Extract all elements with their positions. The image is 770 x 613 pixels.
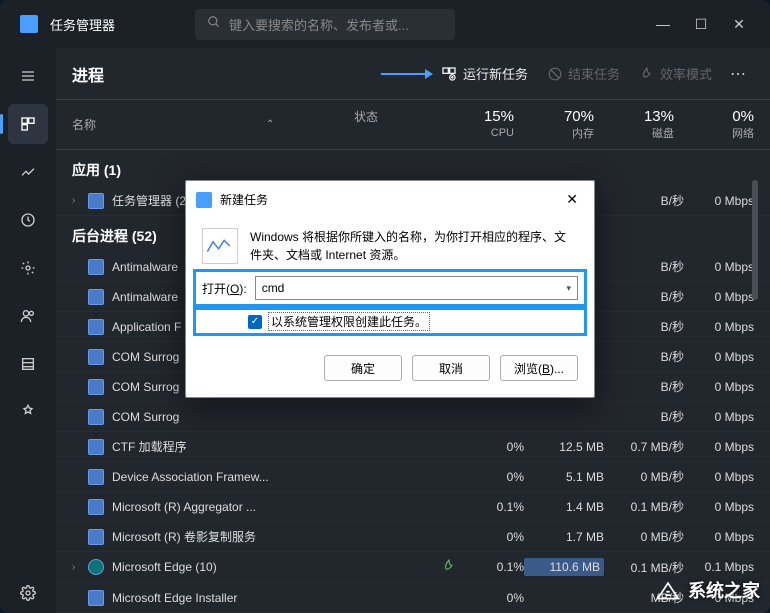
dialog-icon — [196, 192, 212, 208]
dialog-close-button[interactable]: ✕ — [560, 189, 584, 210]
chevron-down-icon[interactable]: ▾ — [566, 283, 571, 294]
dialog-title: 新建任务 — [220, 191, 268, 208]
new-task-dialog: 新建任务 ✕ Windows 将根据你所键入的名称，为你打开相应的程序、文件夹、… — [185, 180, 595, 398]
cancel-button[interactable]: 取消 — [412, 355, 490, 381]
open-value: cmd — [262, 281, 567, 295]
watermark: 系统之家 — [654, 577, 760, 603]
admin-checkbox-highlight: ✓ 以系统管理权限创建此任务。 — [194, 308, 586, 335]
ok-button[interactable]: 确定 — [324, 355, 402, 381]
browse-button[interactable]: 浏览(B)... — [500, 355, 578, 381]
dialog-overlay: 新建任务 ✕ Windows 将根据你所键入的名称，为你打开相应的程序、文件夹、… — [0, 0, 770, 613]
admin-checkbox-label[interactable]: 以系统管理权限创建此任务。 — [268, 312, 430, 331]
dialog-description: Windows 将根据你所键入的名称，为你打开相应的程序、文件夹、文档或 Int… — [250, 228, 578, 264]
admin-checkbox[interactable]: ✓ — [248, 315, 262, 329]
open-combobox[interactable]: cmd ▾ — [255, 276, 578, 300]
watermark-icon — [654, 578, 682, 602]
open-input-highlight: 打开(O): cmd ▾ — [194, 270, 586, 306]
dialog-titlebar: 新建任务 ✕ — [186, 181, 594, 218]
run-icon — [202, 228, 238, 264]
open-label: 打开(O): — [202, 280, 247, 297]
